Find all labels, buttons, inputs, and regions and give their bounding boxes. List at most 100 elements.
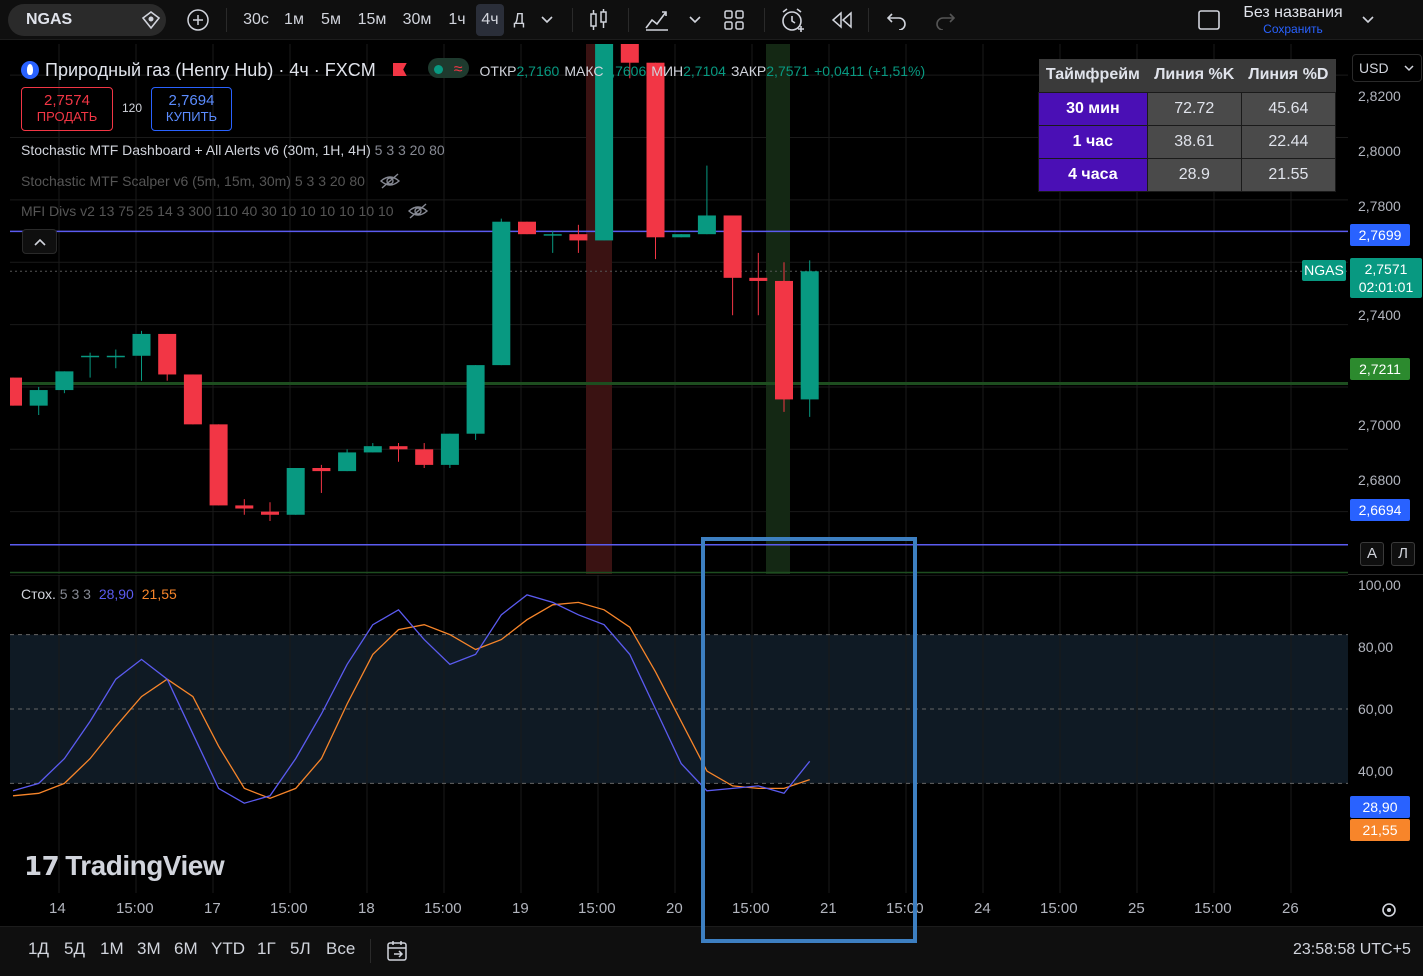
indicator-legend-1[interactable]: Stochastic MTF Dashboard + All Alerts v6… — [21, 142, 445, 158]
shield-icon[interactable] — [140, 10, 162, 30]
flag-icon[interactable] — [392, 63, 407, 76]
layout-grid-icon[interactable] — [722, 8, 746, 32]
row-d-value: 21.55 — [1240, 157, 1337, 192]
tradingview-logo[interactable]: 𝟭𝟳 TradingView — [24, 850, 225, 882]
open-value: 2,7160 — [516, 63, 560, 79]
add-symbol-icon[interactable] — [186, 8, 210, 32]
stoch-tick: 40,00 — [1358, 763, 1394, 779]
candle — [800, 260, 819, 417]
candles-icon[interactable] — [588, 8, 610, 32]
current-price-tag: 2,7571 02:01:01 — [1350, 258, 1422, 298]
timeframe-button[interactable]: 15м — [355, 0, 389, 40]
currency-select[interactable]: USD — [1352, 54, 1422, 82]
layout-name[interactable]: Без названия Сохранить — [1238, 4, 1348, 36]
buy-button[interactable]: 2,7694 КУПИТЬ — [151, 87, 232, 131]
stochastic-legend[interactable]: Стох. 5 3 3 28,90 21,55 — [21, 586, 177, 602]
ngas-price-label: NGAS — [1302, 260, 1346, 281]
time-tick: 14 — [49, 900, 66, 917]
candle — [29, 386, 48, 415]
range-button[interactable]: Все — [326, 939, 355, 959]
row-k-value: 28.9 — [1146, 157, 1242, 192]
indicator-2-name: Stochastic MTF Scalper v6 (5m, 15m, 30m)… — [21, 173, 365, 189]
log-scale-button[interactable]: Л — [1391, 542, 1415, 566]
price-tick: 2,8000 — [1358, 143, 1401, 159]
stochastic-dashboard-table: Таймфрейм Линия %K Линия %D 30 мин 72.72… — [1038, 59, 1337, 192]
candle-body — [235, 505, 254, 509]
alert-clock-icon[interactable] — [779, 6, 807, 34]
timeframe-button[interactable]: 30м — [400, 0, 434, 40]
range-button[interactable]: 1Д — [28, 939, 49, 959]
candle-body — [10, 377, 22, 406]
indicator-3-name: MFI Divs v2 13 75 25 14 3 300 110 40 30 … — [21, 203, 394, 219]
sell-label: ПРОДАТЬ — [36, 109, 98, 124]
indicator-legend-2[interactable]: Stochastic MTF Scalper v6 (5m, 15m, 30m)… — [21, 172, 401, 190]
layout-save[interactable]: Сохранить — [1238, 22, 1348, 36]
timeframe-button[interactable]: 1м — [282, 0, 306, 40]
wave-icon: ≈ — [453, 61, 463, 78]
market-status[interactable]: ≈ — [427, 58, 469, 78]
candle-body — [646, 62, 665, 238]
candle — [55, 371, 74, 394]
indicator-legend-3[interactable]: MFI Divs v2 13 75 25 14 3 300 110 40 30 … — [21, 202, 429, 220]
candle — [723, 215, 742, 316]
symbol-search[interactable]: NGAS — [8, 4, 166, 36]
price-tick: 2,7800 — [1358, 198, 1401, 214]
candle-body — [543, 234, 562, 236]
range-button[interactable]: 1М — [100, 939, 124, 959]
timeframe-button[interactable]: 5м — [318, 0, 344, 40]
range-button[interactable]: YTD — [211, 939, 245, 959]
timeframe-button[interactable]: 4ч — [476, 4, 504, 36]
calendar-range-icon[interactable] — [385, 939, 411, 963]
timeframe-button[interactable]: Д — [510, 0, 528, 40]
range-button[interactable]: 3М — [137, 939, 161, 959]
row-timeframe: 1 час — [1038, 124, 1148, 159]
collapse-legend-button[interactable] — [22, 229, 57, 254]
row-k-value: 72.72 — [1146, 91, 1242, 126]
stoch-k-tag: 28,90 — [1350, 796, 1410, 818]
time-tick: 25 — [1128, 900, 1145, 917]
range-button[interactable]: 5Д — [64, 939, 85, 959]
auto-scale-button[interactable]: А — [1360, 542, 1384, 566]
candle — [132, 330, 151, 381]
toolbar-divider — [868, 8, 869, 32]
low-label: МИН — [651, 63, 684, 79]
timeframe-button[interactable]: 30с — [240, 0, 272, 40]
clock[interactable]: 23:58:58 UTC+5 — [1293, 941, 1411, 959]
settings-gear-icon[interactable] — [1379, 900, 1399, 920]
candle — [10, 377, 22, 406]
chevron-down-icon[interactable] — [1361, 14, 1375, 26]
candle — [646, 62, 665, 260]
undo-icon[interactable] — [886, 10, 908, 30]
replay-icon[interactable] — [830, 10, 854, 30]
eye-hidden-icon[interactable] — [407, 202, 429, 220]
timeframe-button[interactable]: 1ч — [446, 0, 468, 40]
range-button[interactable]: 1Г — [257, 939, 276, 959]
chevron-down-icon — [1404, 65, 1414, 72]
layout-title: Без названия — [1243, 4, 1343, 21]
redo-icon[interactable] — [934, 10, 956, 30]
candle — [81, 352, 100, 378]
indicators-icon[interactable] — [644, 8, 670, 32]
candle-body — [183, 374, 202, 425]
price-tick: 2,6800 — [1358, 472, 1401, 488]
table-row: 1 час 38.61 22.44 — [1038, 124, 1337, 159]
table-row: 4 часа 28.9 21.55 — [1038, 157, 1337, 192]
range-button[interactable]: 5Л — [290, 939, 311, 959]
sell-button[interactable]: 2,7574 ПРОДАТЬ — [21, 87, 113, 131]
row-timeframe: 4 часа — [1038, 157, 1148, 192]
candle-body — [286, 468, 305, 515]
candle — [440, 433, 459, 468]
price-axis[interactable]: USD 2,8200 2,8000 2,7800 2,7400 2,7000 2… — [1348, 44, 1423, 894]
range-button[interactable]: 6М — [174, 939, 198, 959]
toolbar-divider — [628, 8, 629, 32]
candle-body — [106, 355, 125, 358]
symbol-flag-icon — [21, 61, 39, 79]
stochastic-pane[interactable] — [10, 575, 1348, 893]
candle-body — [775, 280, 793, 400]
chevron-down-icon[interactable] — [688, 14, 702, 26]
chevron-down-icon[interactable] — [540, 14, 554, 26]
candle — [183, 374, 202, 425]
green-line-tag: 2,7211 — [1350, 358, 1410, 380]
fullscreen-square-icon[interactable] — [1197, 8, 1221, 32]
eye-hidden-icon[interactable] — [379, 172, 401, 190]
